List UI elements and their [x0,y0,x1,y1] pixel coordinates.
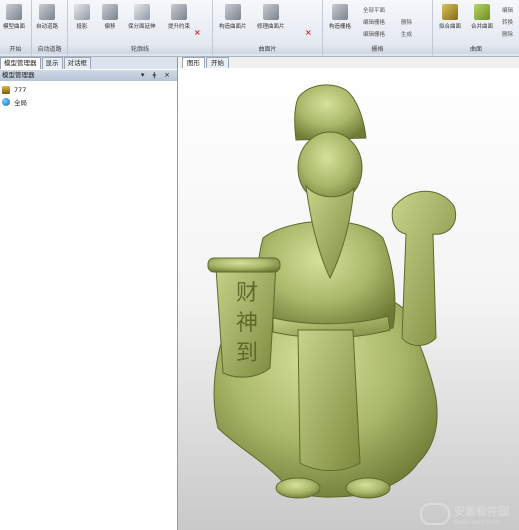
tree-item-777[interactable]: 777 [2,84,27,96]
panel-title-bar: 模型管理器 ▾ ǂ × [0,70,177,81]
delete-patch-icon[interactable]: × [305,28,312,37]
group-surface: 拟合曲面 合并曲面 编辑 转换 删除 曲面 [433,0,519,56]
fit-surface-button[interactable]: 拟合曲面 [439,4,461,30]
watermark-sub: www.anxz.com [454,518,499,526]
group-label-patch: 曲面片 [213,45,322,54]
edit-grid-item[interactable]: 编辑栅格 [363,18,385,26]
auto-road-icon [39,4,55,20]
tab-display[interactable]: 显示 [41,57,63,69]
offset-icon [102,4,118,20]
generate-grid-item[interactable]: 生成 [401,30,412,38]
repair-patch-icon [262,4,279,20]
delete-contour-icon[interactable]: × [194,28,201,37]
group-auto-road: 自动道路 自动道路 [32,0,68,56]
constraint-icon [171,4,187,20]
tab-graphics[interactable]: 图形 [182,57,205,68]
panel-controls: ▾ ǂ × [141,70,173,81]
tab-start[interactable]: 开始 [206,57,229,68]
group-grid: 构造栅格 全部平面 编辑栅格 编辑栅格 删除 生成 栅格 [323,0,433,56]
close-icon[interactable]: × [164,71,173,79]
dropdown-icon[interactable]: ▾ [141,71,148,79]
group-label-contour: 轮廓线 [68,45,212,54]
scroll-char-2: 神 [236,311,258,336]
edit-grid-item-2[interactable]: 编辑栅格 [363,30,385,38]
left-panel-tabs: 模型管理器 显示 对话框 [0,57,177,69]
merge-surface-button[interactable]: 合并曲面 [471,4,493,30]
repair-patch-button[interactable]: 修理曲面片 [257,4,285,30]
tab-dialog[interactable]: 对话框 [63,57,91,69]
build-grid-icon [332,4,348,20]
viewport-tabs: 图形 开始 [182,57,230,68]
merge-surface-icon [474,4,490,20]
extend-icon [133,4,150,20]
tab-model-manager[interactable]: 模型管理器 [0,57,41,69]
extend-button[interactable]: 保分面延伸 [128,4,156,30]
watermark: 安素软件园 www.anxz.com [420,498,519,530]
graphics-viewport[interactable]: 财 神 到 [178,68,519,530]
project-icon [74,4,90,20]
relief-model: 财 神 到 [207,84,456,499]
build-grid-button[interactable]: 构造栅格 [329,4,351,30]
globe-icon [2,98,10,106]
scroll-char-3: 到 [236,341,258,366]
group-label-auto-road: 自动道路 [32,45,67,54]
ribbon-toolbar: 模型曲面 开始 自动道路 自动道路 投影 偏移 保分面延伸 提升约束 × 轮廓线 [0,0,519,57]
delete-surface-item[interactable]: 删除 [502,30,513,38]
award-icon [2,86,10,94]
build-patch-icon [224,4,241,20]
constraint-button[interactable]: 提升约束 [168,4,190,30]
group-contour: 投影 偏移 保分面延伸 提升约束 × 轮廓线 [68,0,213,56]
fit-surface-icon [442,4,458,20]
group-label-surface: 曲面 [433,45,519,54]
offset-button[interactable]: 偏移 [102,4,118,30]
group-patch: 构造曲面片 修理曲面片 × 曲面片 [213,0,323,56]
delete-grid-item[interactable]: 删除 [401,18,412,26]
watermark-main: 安素软件园 [454,504,509,518]
model-surface-button[interactable]: 模型曲面 [3,4,25,30]
model-surface-icon [6,4,22,20]
model-tree: 777 全局 [2,84,27,108]
model-manager-panel: 模型管理器 显示 对话框 模型管理器 ▾ ǂ × 777 全局 [0,57,178,530]
tree-item-global[interactable]: 全局 [2,96,27,108]
auto-road-button[interactable]: 自动道路 [36,4,58,30]
project-button[interactable]: 投影 [74,4,90,30]
edit-surface-item[interactable]: 编辑 [502,6,513,14]
group-label-start: 开始 [0,45,31,54]
cloud-logo-icon [420,503,450,525]
all-planes-item[interactable]: 全部平面 [363,6,385,14]
panel-title: 模型管理器 [2,71,35,79]
group-start: 模型曲面 开始 [0,0,32,56]
build-patch-button[interactable]: 构造曲面片 [219,4,247,30]
group-label-grid: 栅格 [323,45,432,54]
pin-icon[interactable]: ǂ [153,71,159,79]
scroll-char-1: 财 [236,281,258,306]
convert-surface-item[interactable]: 转换 [502,18,513,26]
